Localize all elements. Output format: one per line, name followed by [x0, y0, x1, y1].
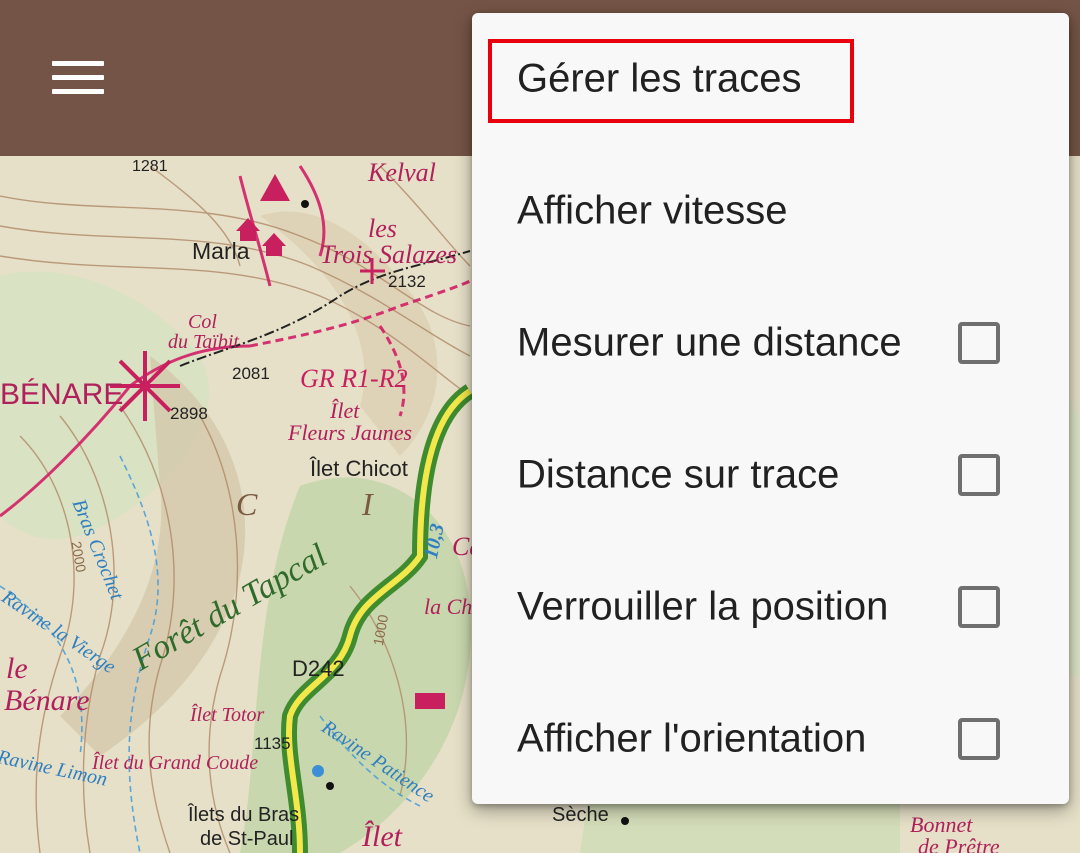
menu-item-manage-traces[interactable]: Gérer les traces: [472, 13, 1069, 145]
map-label: la Ch: [424, 594, 473, 619]
map-label: de St-Paul: [200, 828, 294, 850]
elevation-label: 2081: [232, 364, 270, 383]
lock-position-checkbox[interactable]: [958, 586, 1000, 628]
map-label: Fleurs Jaunes: [288, 420, 413, 445]
highlight-box: [488, 39, 854, 123]
menu-item-show-speed[interactable]: Afficher vitesse: [472, 145, 1069, 277]
menu-item-lock-position[interactable]: Verrouiller la position: [472, 541, 1069, 673]
hamburger-menu-icon[interactable]: [38, 45, 118, 109]
map-label: Sèche: [552, 804, 609, 826]
map-label: GR R1-R2: [300, 364, 408, 393]
map-label: BÉNARE: [0, 378, 124, 411]
map-label: Îlet Totor: [190, 704, 265, 726]
menu-item-distance-on-trace[interactable]: Distance sur trace: [472, 409, 1069, 541]
map-label: Îlet Chicot: [310, 456, 408, 481]
map-label: Îlet: [362, 820, 402, 853]
menu-line: [52, 61, 104, 66]
map-label: Marla: [192, 238, 250, 264]
map-label: Bénare: [4, 684, 90, 717]
overflow-menu: Gérer les traces Afficher vitesse Mesure…: [472, 13, 1069, 804]
menu-item-label: Afficher vitesse: [517, 188, 788, 233]
menu-item-show-orientation[interactable]: Afficher l'orientation: [472, 673, 1069, 805]
map-label: Îlet du Grand Coude: [92, 752, 259, 774]
menu-item-label: Verrouiller la position: [517, 584, 889, 629]
menu-line: [52, 75, 104, 80]
map-label: de Prêtre: [918, 834, 1000, 853]
map-label: Trois Salazes: [320, 240, 458, 269]
elevation-label: 1135: [254, 734, 291, 753]
menu-item-measure-distance[interactable]: Mesurer une distance: [472, 277, 1069, 409]
show-orientation-checkbox[interactable]: [958, 718, 1000, 760]
menu-line: [52, 89, 104, 94]
distance-on-trace-checkbox[interactable]: [958, 454, 1000, 496]
elevation-label: 2132: [388, 272, 426, 291]
menu-item-label: Distance sur trace: [517, 452, 840, 497]
map-label: le: [6, 652, 28, 685]
elevation-label: 2898: [170, 404, 208, 423]
map-label: I: [362, 486, 373, 522]
map-label: du Taïbit: [168, 331, 239, 353]
menu-item-label: Afficher l'orientation: [517, 716, 867, 761]
map-label: Îlets du Bras: [188, 804, 300, 826]
menu-item-label: Mesurer une distance: [517, 320, 902, 365]
map-label: Kelval: [368, 158, 436, 187]
elevation-label: 1281: [132, 158, 168, 175]
measure-distance-checkbox[interactable]: [958, 322, 1000, 364]
map-label: D242: [292, 656, 345, 681]
map-label: C: [236, 486, 258, 522]
